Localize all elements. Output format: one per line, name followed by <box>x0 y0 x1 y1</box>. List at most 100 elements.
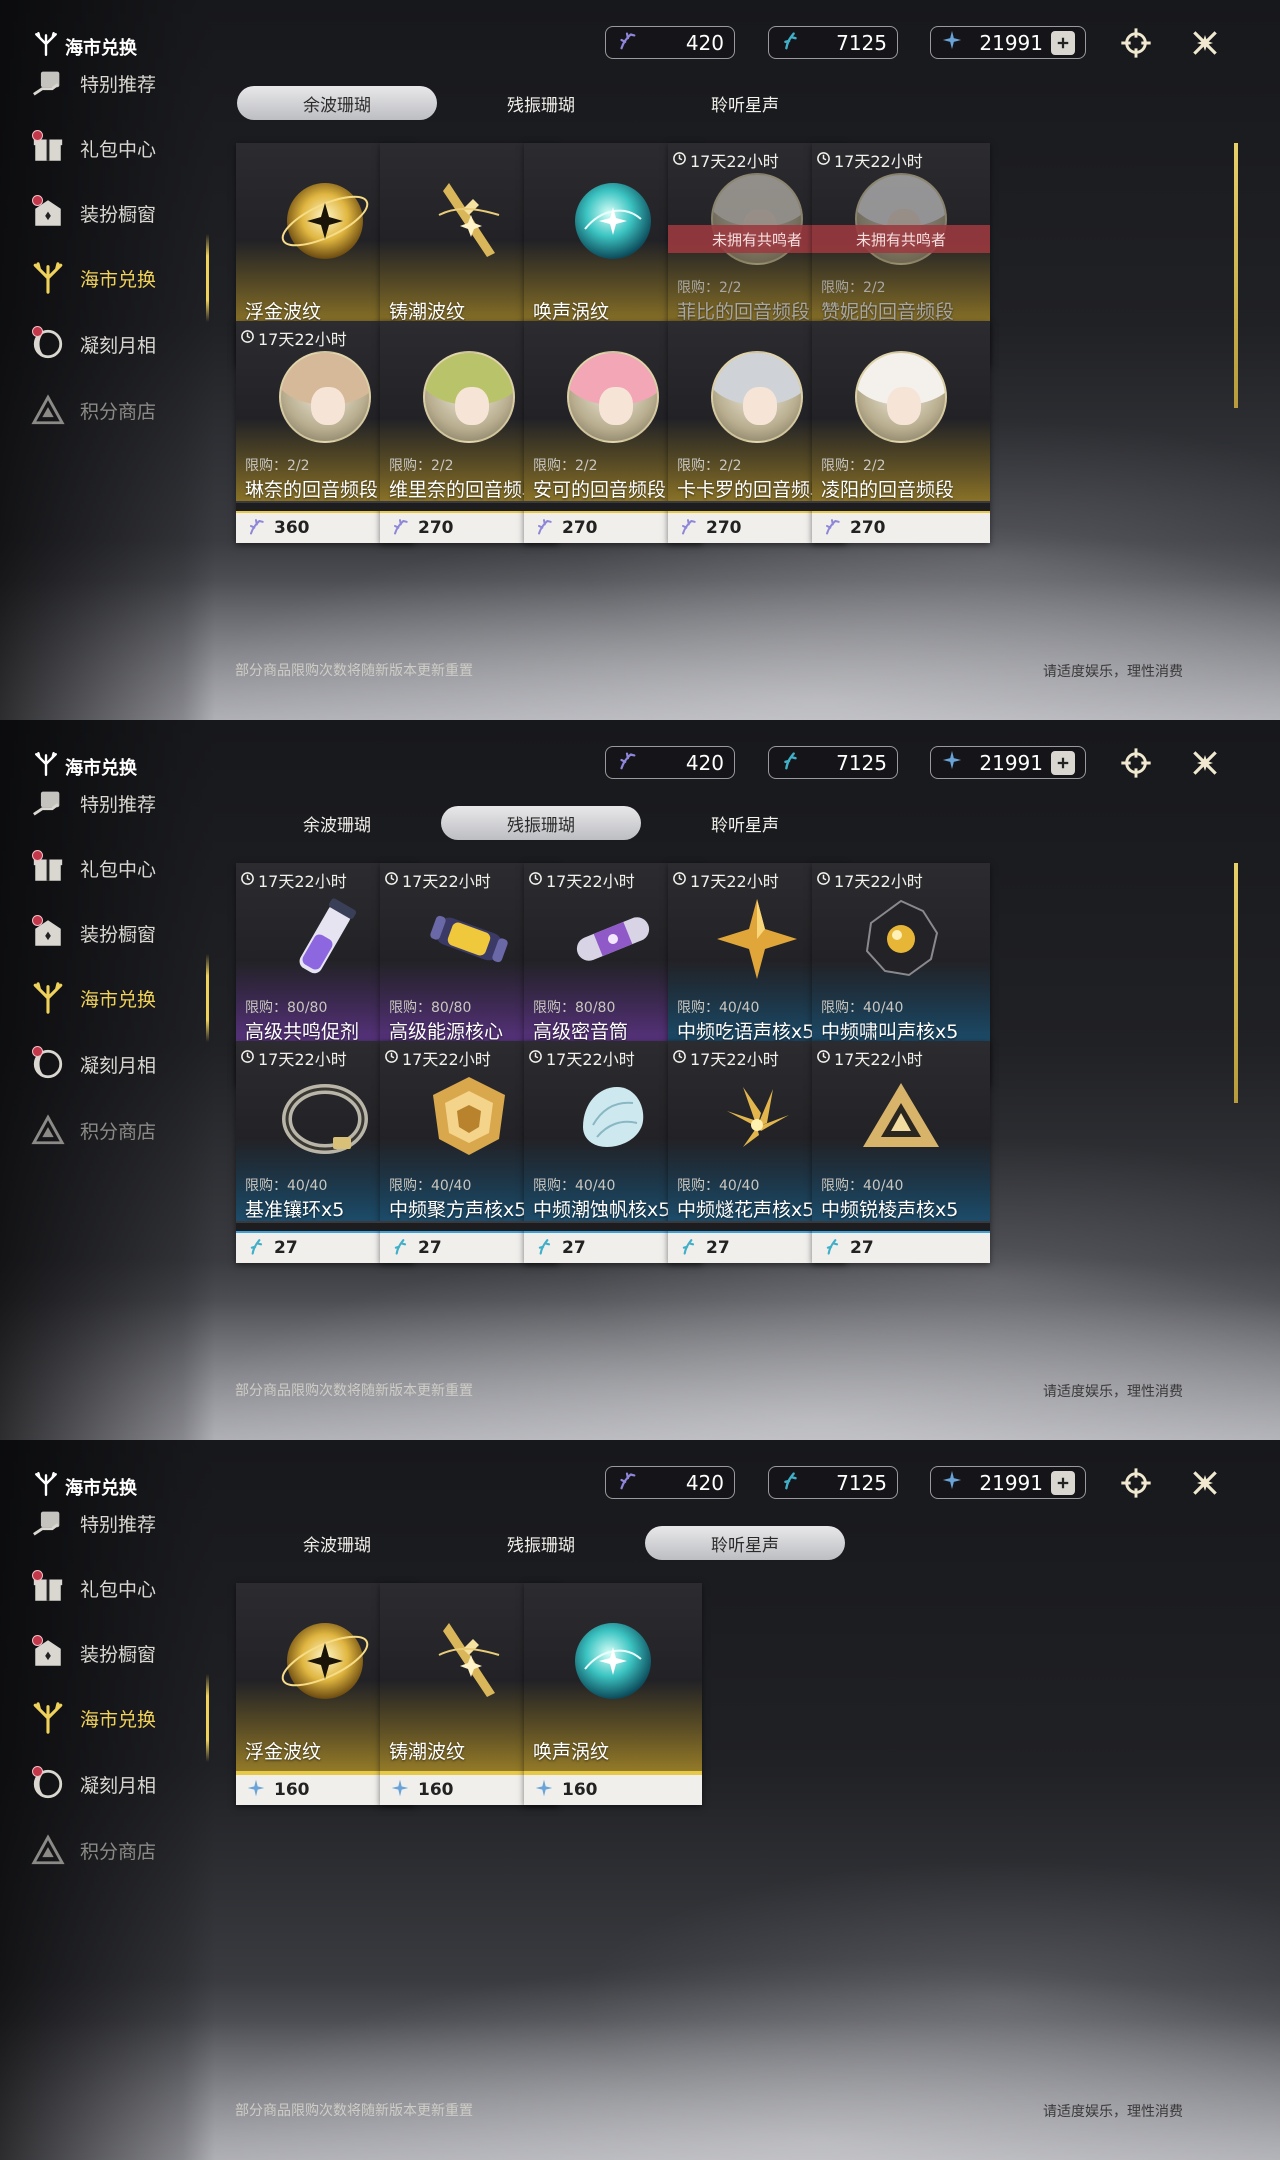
item-name: 中频潮蚀帆核x5 <box>533 1199 671 1221</box>
sidebar-item-label: 海市兑换 <box>80 268 157 291</box>
sidebar-item-4[interactable]: 海市兑换 <box>28 1688 208 1748</box>
tab-3[interactable]: 聆听星声 <box>645 1526 845 1560</box>
sidebar-item-6[interactable]: 积分商店 <box>28 1820 208 1880</box>
item-name: 中频聚方声核x5 <box>389 1199 527 1221</box>
clock-icon <box>816 1049 831 1068</box>
close-star-icon[interactable] <box>1186 744 1224 782</box>
shop-item-card[interactable]: 唤声涡纹 160 <box>524 1583 702 1805</box>
sidebar-item-1[interactable]: 特别推荐 <box>28 1493 208 1553</box>
afterglow-coral-counter[interactable]: 420 <box>605 26 735 59</box>
currency-amount: 420 <box>685 1470 724 1495</box>
shop-screen: 海市兑换 特别推荐 礼包中心 装扮橱窗 海市兑换 凝刻月相 积分商店 420 7125 21991… <box>0 720 1280 1440</box>
wardrobe-icon <box>28 1633 68 1673</box>
sidebar-active-indicator <box>206 954 209 1042</box>
item-name: 凌阳的回音频段 <box>821 479 955 501</box>
timer-label: 17天22小时 <box>690 872 779 891</box>
scrollbar[interactable] <box>1234 863 1238 1103</box>
purchase-limit: 限购：2/2 <box>677 280 742 296</box>
timer: 17天22小时 <box>528 868 635 892</box>
sidebar-item-label: 凝刻月相 <box>80 1774 157 1797</box>
tab-1[interactable]: 余波珊瑚 <box>237 1526 437 1560</box>
sidebar-item-5[interactable]: 凝刻月相 <box>28 1754 208 1814</box>
points-triangle-icon <box>28 1110 68 1150</box>
item-image <box>851 347 951 447</box>
item-image <box>707 347 807 447</box>
oscillated-coral-counter[interactable]: 7125 <box>768 746 898 779</box>
reset-notice: 部分商品限购次数将随新版本更新重置 <box>235 1383 473 1399</box>
item-image <box>419 169 519 269</box>
star-sound-icon <box>246 1778 266 1803</box>
item-image <box>563 1067 663 1167</box>
sidebar-item-4[interactable]: 海市兑换 <box>28 968 208 1028</box>
sidebar-item-2[interactable]: 礼包中心 <box>28 838 208 898</box>
afterglow-coral-icon <box>678 516 698 541</box>
sidebar-item-2[interactable]: 礼包中心 <box>28 118 208 178</box>
item-price: 270 <box>812 509 990 543</box>
gift-hand-icon <box>28 1503 68 1543</box>
astrite-counter[interactable]: 21991 <box>930 1466 1086 1499</box>
oscillated-coral-counter[interactable]: 7125 <box>768 26 898 59</box>
notification-badge <box>32 1766 43 1777</box>
notification-badge <box>32 130 43 141</box>
add-currency-button[interactable] <box>1051 1470 1075 1495</box>
sidebar-item-5[interactable]: 凝刻月相 <box>28 1034 208 1094</box>
sidebar-item-2[interactable]: 礼包中心 <box>28 1558 208 1618</box>
clock-icon <box>672 151 687 170</box>
sidebar: 海市兑换 特别推荐 礼包中心 装扮橱窗 海市兑换 凝刻月相 积分商店 <box>0 1440 215 2160</box>
price-value: 270 <box>850 518 886 538</box>
settings-compass-icon[interactable] <box>1117 1464 1155 1502</box>
item-price: 27 <box>812 1229 990 1263</box>
item-name: 浮金波纹 <box>245 301 322 323</box>
tab-3[interactable]: 聆听星声 <box>645 86 845 120</box>
sidebar-item-3[interactable]: 装扮橱窗 <box>28 1623 208 1683</box>
afterglow-coral-icon <box>616 749 638 776</box>
add-currency-button[interactable] <box>1051 30 1075 55</box>
item-name: 安可的回音频段 <box>533 479 667 501</box>
item-name: 铸潮波纹 <box>389 301 466 323</box>
settings-compass-icon[interactable] <box>1117 744 1155 782</box>
moon-phase-icon <box>28 1764 68 1804</box>
sidebar-item-3[interactable]: 装扮橱窗 <box>28 903 208 963</box>
sidebar-item-1[interactable]: 特别推荐 <box>28 773 208 833</box>
close-star-icon[interactable] <box>1186 24 1224 62</box>
tab-2[interactable]: 残振珊瑚 <box>441 86 641 120</box>
timer: 17天22小时 <box>240 326 347 350</box>
tab-1[interactable]: 余波珊瑚 <box>237 86 437 120</box>
astrite-counter[interactable]: 21991 <box>930 746 1086 779</box>
price-value: 160 <box>274 1780 310 1800</box>
item-image <box>419 1609 519 1709</box>
sidebar-item-label: 礼包中心 <box>80 138 157 161</box>
afterglow-coral-counter[interactable]: 420 <box>605 1466 735 1499</box>
sidebar-item-5[interactable]: 凝刻月相 <box>28 314 208 374</box>
sidebar-item-6[interactable]: 积分商店 <box>28 1100 208 1160</box>
tab-3[interactable]: 聆听星声 <box>645 806 845 840</box>
tab-1[interactable]: 余波珊瑚 <box>237 806 437 840</box>
scrollbar[interactable] <box>1234 143 1238 408</box>
not-owned-ribbon: 未拥有共鸣者 <box>812 225 990 253</box>
clock-icon <box>816 151 831 170</box>
settings-compass-icon[interactable] <box>1117 24 1155 62</box>
timer-label: 17天22小时 <box>258 330 347 349</box>
item-image <box>707 169 807 269</box>
item-image <box>275 1067 375 1167</box>
sidebar-item-1[interactable]: 特别推荐 <box>28 53 208 113</box>
tab-2[interactable]: 残振珊瑚 <box>441 1526 641 1560</box>
shop-tabs: 余波珊瑚 残振珊瑚 聆听星声 <box>237 86 847 120</box>
price-value: 160 <box>562 1780 598 1800</box>
gift-hand-icon <box>28 783 68 823</box>
add-currency-button[interactable] <box>1051 750 1075 775</box>
tab-2[interactable]: 残振珊瑚 <box>441 806 641 840</box>
purchase-limit: 限购：2/2 <box>533 458 598 474</box>
item-image <box>419 889 519 989</box>
oscillated-coral-counter[interactable]: 7125 <box>768 1466 898 1499</box>
sidebar-item-6[interactable]: 积分商店 <box>28 380 208 440</box>
astrite-counter[interactable]: 21991 <box>930 26 1086 59</box>
sidebar-item-3[interactable]: 装扮橱窗 <box>28 183 208 243</box>
purchase-limit: 限购：2/2 <box>821 280 886 296</box>
sidebar-item-4[interactable]: 海市兑换 <box>28 248 208 308</box>
afterglow-coral-counter[interactable]: 420 <box>605 746 735 779</box>
shop-tabs: 余波珊瑚 残振珊瑚 聆听星声 <box>237 806 847 840</box>
sidebar-active-indicator <box>206 234 209 322</box>
timer-label: 17天22小时 <box>690 1050 779 1069</box>
close-star-icon[interactable] <box>1186 1464 1224 1502</box>
